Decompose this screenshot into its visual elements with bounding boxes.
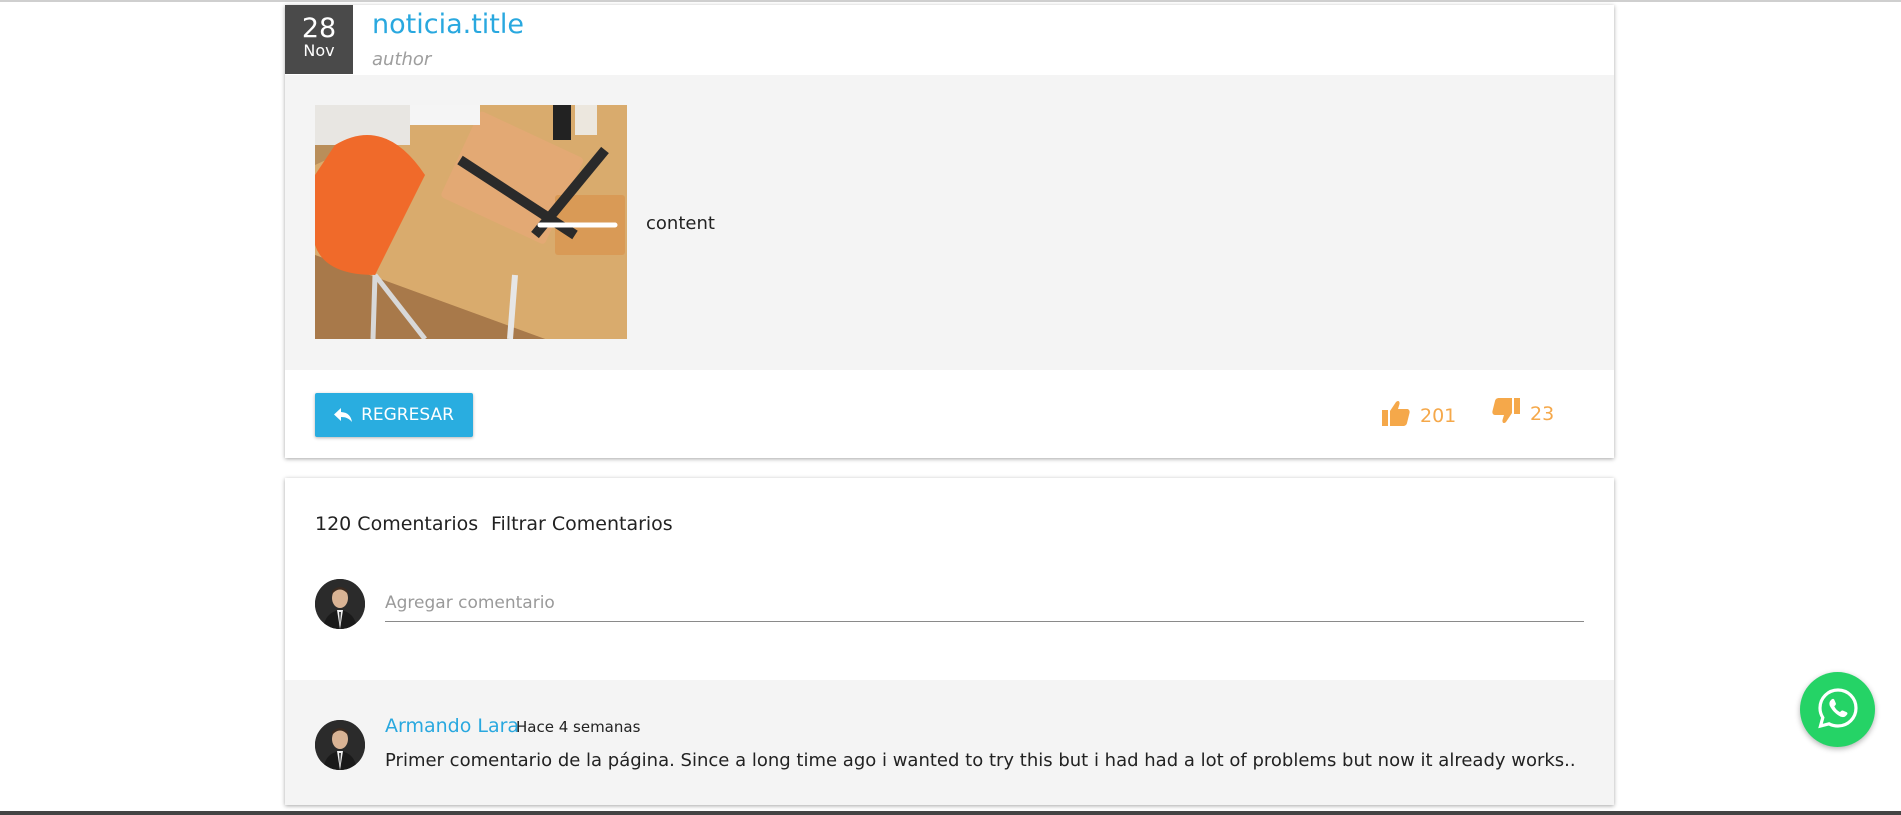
dislike-button[interactable]: 23 [1492,398,1554,429]
back-button[interactable]: REGRESAR [315,393,473,437]
back-button-label: REGRESAR [361,405,454,425]
thumbs-down-icon [1492,398,1520,429]
post-content: content [646,213,715,234]
whatsapp-button[interactable] [1800,672,1875,747]
post-title: noticia.title [372,9,524,40]
thumbs-up-icon [1382,400,1410,431]
date-badge: 28 Nov [285,5,353,74]
comment-author[interactable]: Armando Lara [385,715,519,737]
date-day: 28 [301,13,337,44]
top-border [0,0,1901,2]
comment-input[interactable] [385,585,1584,622]
reply-arrow-icon [334,407,353,423]
comment-time: Hace 4 semanas [516,718,641,736]
filter-comments-button[interactable]: Filtrar Comentarios [491,513,673,535]
desk-photo-illustration [315,105,627,339]
post-body: content [285,75,1614,370]
post-card: 28 Nov noticia.title author content REGR… [285,5,1614,458]
post-image [315,105,627,339]
like-button[interactable]: 201 [1382,400,1456,431]
comments-card: 120 Comentarios Filtrar Comentarios Arma… [285,478,1614,805]
avatar [315,720,365,770]
avatar [315,579,365,629]
comment-text: Primer comentario de la página. Since a … [385,750,1576,771]
list-item: Armando Lara Hace 4 semanas Primer comen… [285,680,1614,805]
whatsapp-icon [1816,686,1860,734]
bottom-border [0,811,1901,815]
date-month: Nov [303,41,335,60]
post-author: author [372,49,432,70]
dislike-count: 23 [1530,402,1555,425]
comments-count: 120 Comentarios [315,513,479,535]
like-count: 201 [1420,404,1457,427]
